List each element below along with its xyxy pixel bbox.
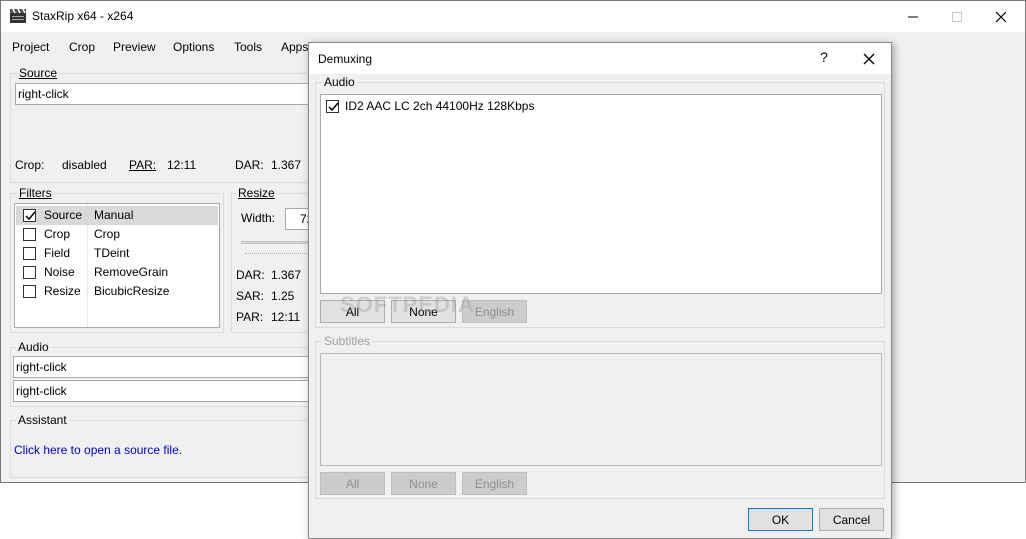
filter-row[interactable]: Field TDeint — [16, 244, 218, 263]
crop-value: disabled — [62, 158, 107, 172]
filter-name: Source — [44, 208, 83, 222]
filter-name: Field — [44, 246, 71, 260]
dar-label: DAR: — [235, 158, 264, 172]
filter-row[interactable]: Noise RemoveGrain — [16, 263, 218, 282]
menu-project[interactable]: Project — [12, 40, 49, 54]
resize-par-value: 12:11 — [271, 310, 301, 324]
filter-checkbox[interactable] — [23, 228, 36, 241]
ok-button[interactable]: OK — [748, 508, 813, 531]
open-source-link[interactable]: Click here to open a source file. — [14, 443, 182, 457]
filter-name: Resize — [44, 284, 81, 298]
menu-preview[interactable]: Preview — [113, 40, 156, 54]
source-title[interactable]: Source — [17, 66, 60, 80]
resize-slider-track[interactable] — [241, 241, 311, 244]
dar-value: 1.367 — [271, 158, 302, 172]
filter-checkbox[interactable] — [23, 247, 36, 260]
menu-crop[interactable]: Crop — [69, 40, 95, 54]
audio-streams-list[interactable]: ID2 AAC LC 2ch 44100Hz 128Kbps — [320, 94, 882, 294]
filter-value: Crop — [94, 227, 121, 241]
clapperboard-icon — [9, 8, 27, 24]
filters-list[interactable]: Source Manual Crop Crop Field TDeint Noi… — [14, 203, 220, 328]
filter-row[interactable]: Source Manual — [16, 206, 218, 225]
dialog-title: Demuxing — [318, 52, 373, 66]
par-label[interactable]: PAR: — [129, 158, 156, 172]
menu-options[interactable]: Options — [173, 40, 214, 54]
audio-track-2-input[interactable]: right-click — [13, 380, 311, 402]
menu-apps[interactable]: Apps — [281, 40, 308, 54]
source-input[interactable]: right-click — [15, 83, 311, 105]
filter-name: Noise — [44, 265, 75, 279]
audio-stream-label: ID2 AAC LC 2ch 44100Hz 128Kbps — [345, 99, 535, 113]
menu-tools[interactable]: Tools — [234, 40, 262, 54]
dialog-title-bar: Demuxing ? — [309, 43, 891, 74]
audio-stream-checkbox[interactable] — [326, 100, 339, 113]
resize-par-label: PAR: — [236, 310, 264, 324]
par-value: 12:11 — [167, 158, 197, 172]
dialog-audio-title: Audio — [322, 75, 357, 89]
resize-dar-label: DAR: — [236, 268, 265, 282]
filter-checkbox[interactable] — [23, 209, 36, 222]
sar-label: SAR: — [236, 289, 265, 303]
crop-label: Crop: — [15, 158, 45, 172]
filter-row[interactable]: Resize BicubicResize — [16, 282, 218, 301]
maximize-button[interactable] — [937, 5, 977, 29]
title-bar: StaxRip x64 - x264 — [1, 1, 1025, 32]
audio-none-button[interactable]: None — [391, 300, 456, 323]
filter-checkbox[interactable] — [23, 266, 36, 279]
slider-ticks — [245, 253, 311, 255]
audio-all-button[interactable]: All — [320, 300, 385, 323]
sar-value: 1.25 — [271, 289, 295, 303]
cancel-button[interactable]: Cancel — [819, 508, 884, 531]
filter-checkbox[interactable] — [23, 285, 36, 298]
resize-dar-value: 1.367 — [271, 268, 302, 282]
width-label: Width: — [241, 211, 276, 225]
filter-value: TDeint — [94, 246, 130, 260]
filter-name: Crop — [44, 227, 71, 241]
help-button[interactable]: ? — [814, 49, 834, 65]
audio-track-1-input[interactable]: right-click — [13, 356, 311, 378]
audio-title: Audio — [16, 340, 51, 354]
filter-value: Manual — [94, 208, 134, 222]
minimize-button[interactable] — [893, 5, 933, 29]
dialog-subtitles-title: Subtitles — [322, 334, 373, 348]
close-button[interactable] — [981, 5, 1021, 29]
dialog-close-button[interactable] — [857, 49, 881, 69]
subtitles-none-button[interactable]: None — [391, 472, 456, 495]
subtitle-streams-list[interactable] — [320, 353, 882, 466]
subtitles-english-button[interactable]: English — [462, 472, 527, 495]
filters-title[interactable]: Filters — [17, 186, 54, 200]
filter-value: BicubicResize — [94, 284, 170, 298]
filter-row[interactable]: Crop Crop — [16, 225, 218, 244]
filter-value: RemoveGrain — [94, 265, 169, 279]
window-title: StaxRip x64 - x264 — [32, 9, 134, 23]
subtitles-all-button[interactable]: All — [320, 472, 385, 495]
audio-english-button[interactable]: English — [462, 300, 527, 323]
demuxing-dialog: Demuxing ? Audio ID2 AAC LC 2ch 44100Hz … — [308, 42, 892, 539]
assistant-title: Assistant — [16, 413, 69, 427]
resize-title[interactable]: Resize — [236, 186, 277, 200]
